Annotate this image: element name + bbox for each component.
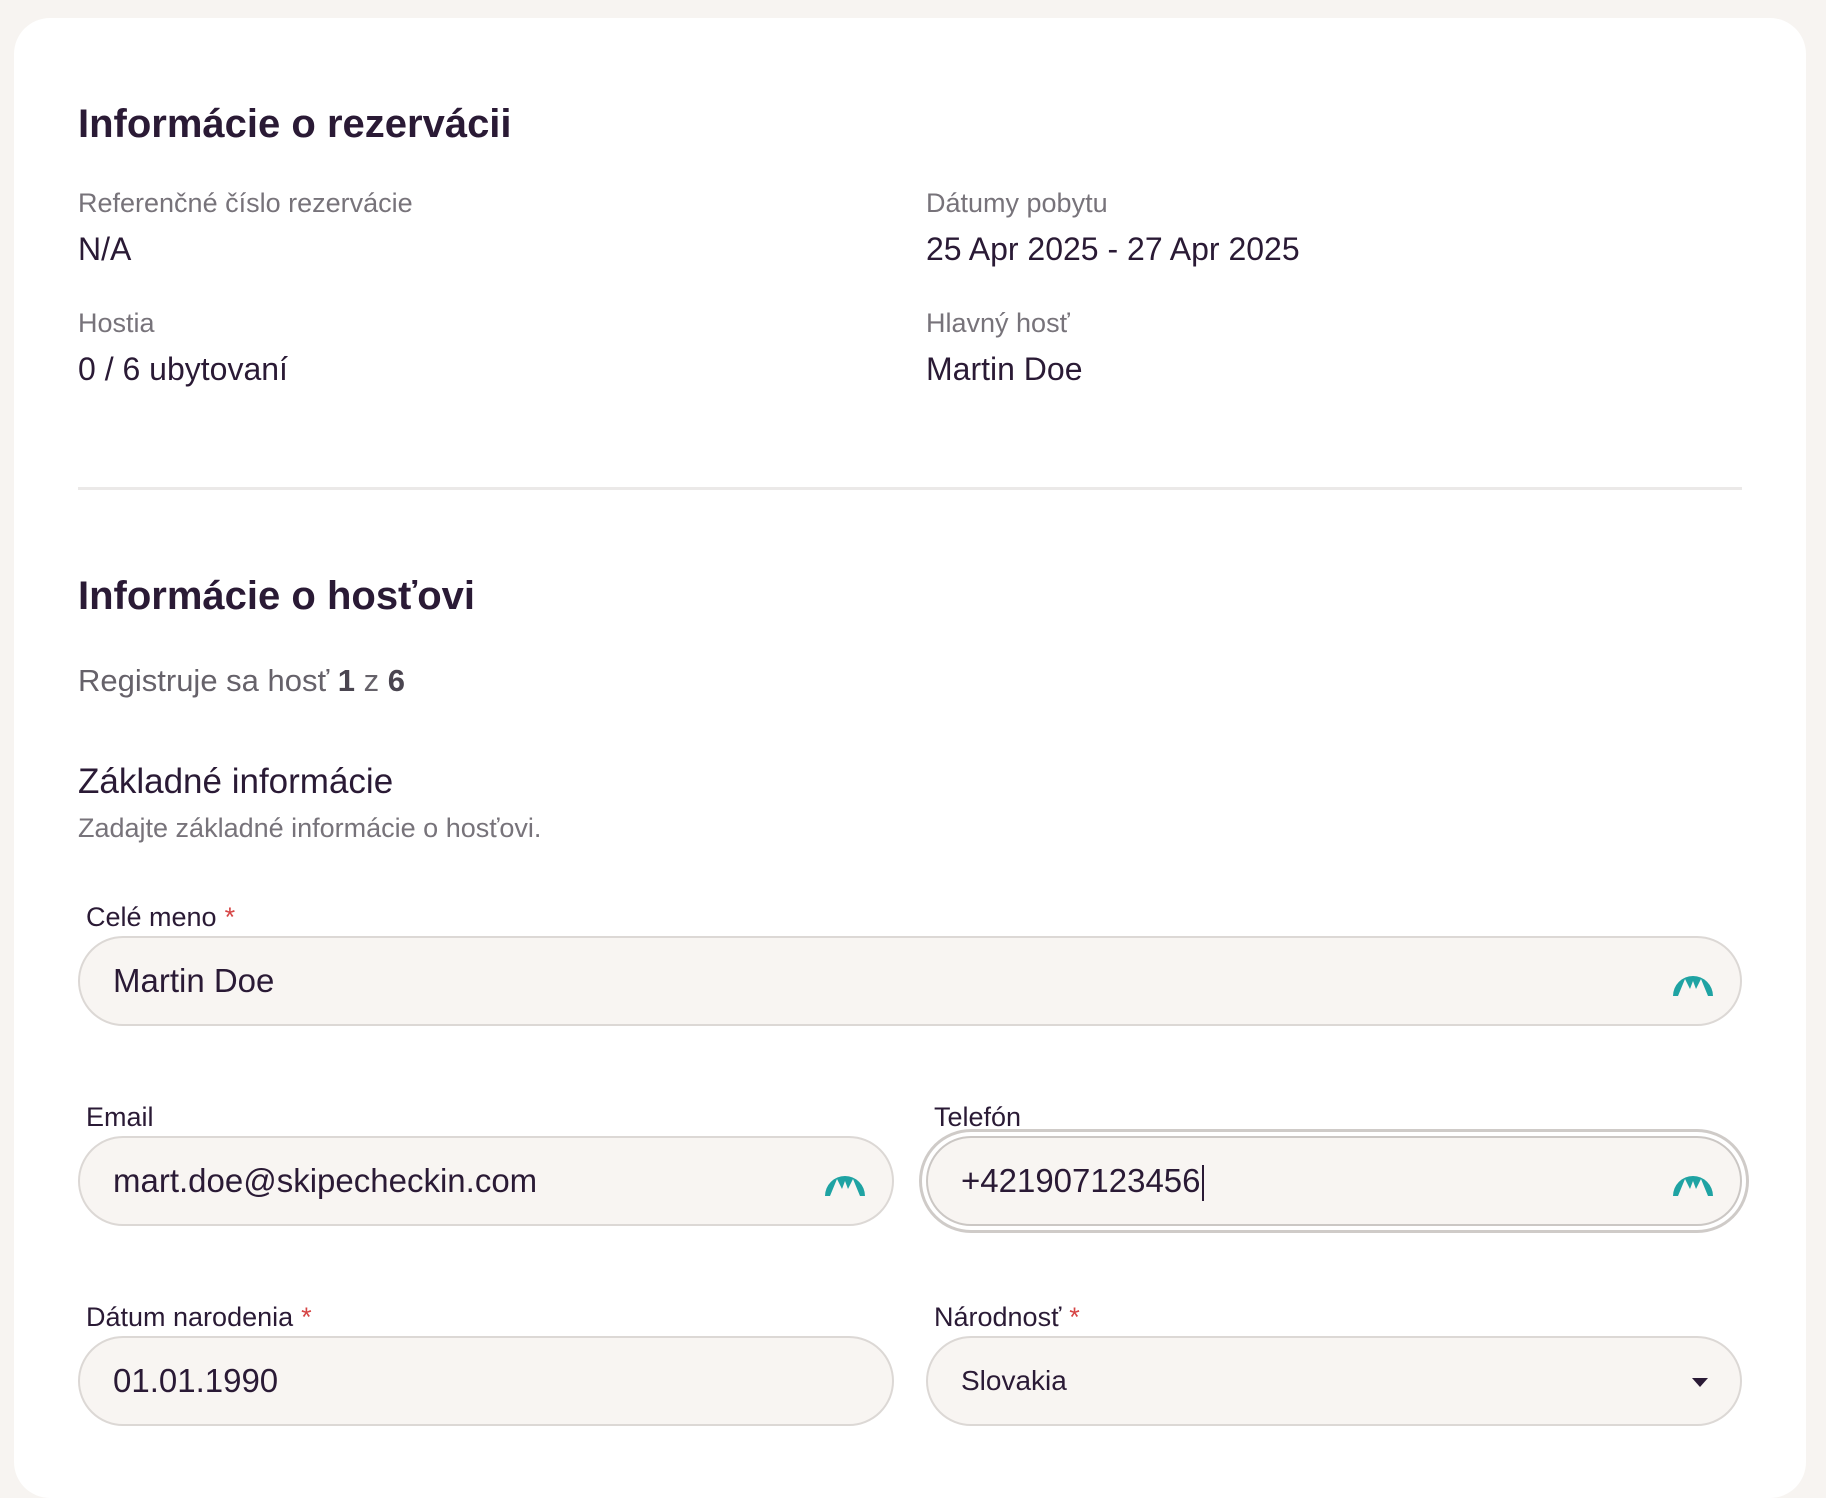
dob-label: Dátum narodenia *	[86, 1302, 312, 1333]
full-name-label: Celé meno *	[86, 902, 235, 933]
registering-of: z	[363, 663, 380, 698]
stay-dates-label: Dátumy pobytu	[926, 188, 1108, 218]
chevron-down-icon[interactable]	[1692, 1378, 1708, 1387]
dob-value: 01.01.1990	[113, 1362, 279, 1399]
phone-label: Telefón	[934, 1102, 1022, 1132]
nationality-label: Národnosť *	[934, 1302, 1080, 1333]
full-name-value: Martin Doe	[113, 962, 275, 999]
required-mark: *	[301, 1302, 312, 1332]
email-label: Email	[86, 1102, 154, 1132]
main-guest-label: Hlavný hosť	[926, 308, 1070, 338]
phone-field[interactable]: +421907123456	[926, 1136, 1742, 1226]
nordpass-autofill-icon[interactable]	[824, 1167, 866, 1197]
reference-value: N/A	[78, 231, 132, 267]
full-name-label-text: Celé meno	[86, 902, 217, 932]
reservation-card: Informácie o rezervácii Referenčné číslo…	[14, 18, 1806, 1498]
stay-dates-value: 25 Apr 2025 - 27 Apr 2025	[926, 231, 1300, 267]
guests-label: Hostia	[78, 308, 155, 338]
main-guest-value: Martin Doe	[926, 351, 1083, 387]
registering-total: 6	[387, 663, 406, 698]
guest-section-title: Informácie o hosťovi	[78, 574, 476, 618]
email-value: mart.doe@skipecheckin.com	[113, 1162, 538, 1199]
nationality-select[interactable]: Slovakia	[926, 1336, 1742, 1426]
registering-current: 1	[337, 663, 356, 698]
phone-value: +421907123456	[961, 1138, 1204, 1224]
reference-label: Referenčné číslo rezervácie	[78, 188, 413, 218]
nordpass-autofill-icon[interactable]	[1672, 967, 1714, 997]
email-field[interactable]: mart.doe@skipecheckin.com	[78, 1136, 894, 1226]
text-caret	[1201, 1165, 1204, 1202]
dob-label-text: Dátum narodenia	[86, 1302, 294, 1332]
required-mark: *	[224, 902, 236, 932]
reservation-section-title: Informácie o rezervácii	[78, 102, 512, 146]
nationality-label-text: Národnosť	[934, 1302, 1062, 1332]
required-mark: *	[1069, 1302, 1080, 1332]
full-name-field[interactable]: Martin Doe	[78, 936, 1742, 1026]
registering-prefix: Registruje sa hosť	[78, 663, 330, 698]
basic-info-subtitle: Zadajte základné informácie o hosťovi.	[78, 813, 542, 843]
nordpass-autofill-icon[interactable]	[1672, 1167, 1714, 1197]
dob-field[interactable]: 01.01.1990	[78, 1336, 894, 1426]
nationality-value: Slovakia	[961, 1365, 1067, 1396]
section-divider	[78, 487, 1742, 490]
phone-value-text: +421907123456	[961, 1162, 1201, 1199]
registering-guest-text: Registruje sa hosť 1 z 6	[78, 663, 405, 699]
guests-value: 0 / 6 ubytovaní	[78, 351, 288, 387]
basic-info-title: Základné informácie	[78, 762, 394, 801]
